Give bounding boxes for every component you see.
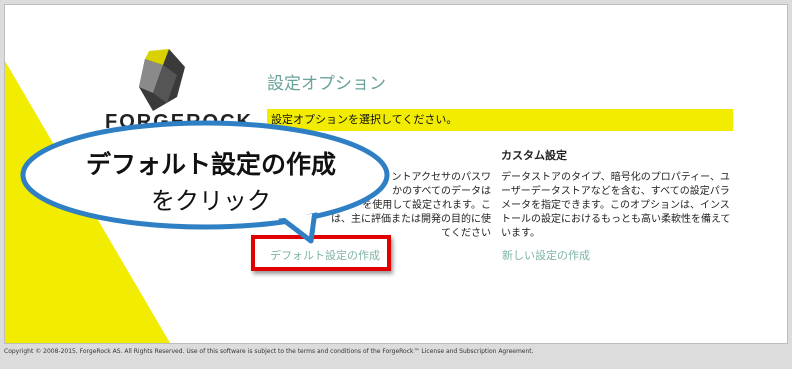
callout-line2: をクリック xyxy=(151,187,271,215)
callout-line1: デフォルト設定の作成 xyxy=(85,150,336,179)
page-title: 設定オプション xyxy=(267,74,386,94)
create-new-config-link[interactable]: 新しい設定の作成 xyxy=(502,247,590,263)
custom-config-heading: カスタム設定 xyxy=(501,149,567,162)
copyright-footer: Copyright © 2008-2015, ForgeRock AS. All… xyxy=(4,348,534,355)
content-frame: FORGEROCK 設定オプション 設定オプションを選択してください。 ントアク… xyxy=(4,4,788,344)
custom-config-description: データストアのタイプ、暗号化のプロパティー、ユーザーデータストアなどを含む、すべ… xyxy=(501,172,731,239)
forgerock-logo-icon xyxy=(139,49,185,111)
